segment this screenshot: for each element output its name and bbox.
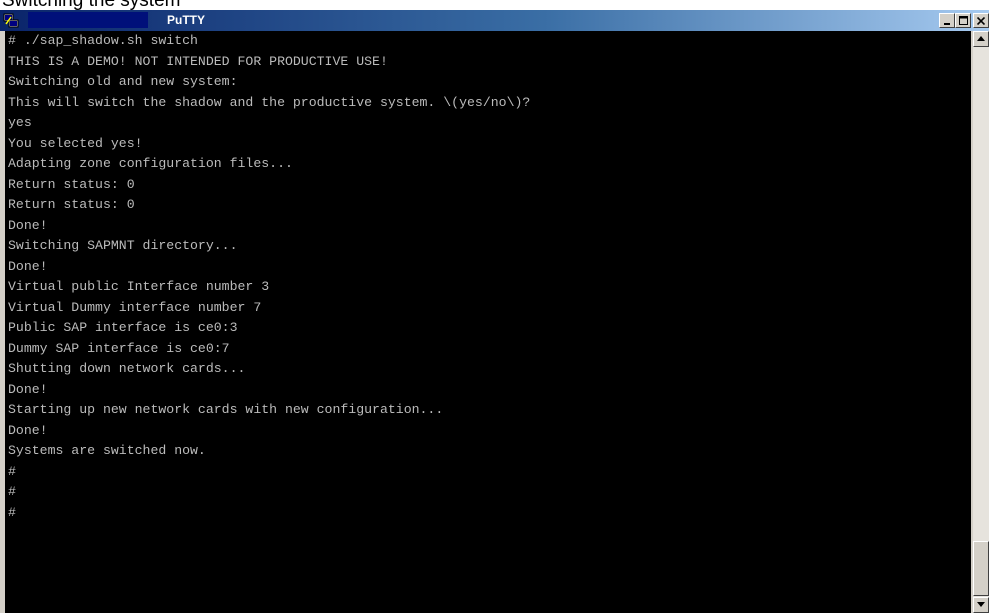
- redacted-host-name: [28, 12, 148, 28]
- minimize-icon: [944, 22, 950, 25]
- terminal-line: Return status: 0: [8, 176, 135, 192]
- terminal-line: Switching SAPMNT directory...: [8, 238, 238, 253]
- scrollbar-thumb[interactable]: [973, 541, 989, 596]
- title-bar[interactable]: PuTTY: [0, 10, 989, 31]
- terminal-line: # ./sap_shadow.sh switch: [8, 33, 198, 48]
- putty-icon[interactable]: [3, 12, 20, 29]
- terminal-line: Public SAP interface is ce0:3: [8, 320, 238, 335]
- terminal-line: This will switch the shadow and the prod…: [8, 94, 531, 110]
- terminal-line: Done!: [8, 381, 48, 397]
- terminal-line: #: [8, 504, 16, 520]
- minimize-button[interactable]: [939, 13, 955, 28]
- putty-window: PuTTY # ./sap_shadow.sh switch THIS IS A…: [0, 10, 989, 613]
- terminal-line: You selected yes!: [8, 135, 143, 151]
- terminal-line: yes: [8, 115, 32, 130]
- terminal-line: Adapting zone configuration files...: [8, 156, 293, 171]
- terminal-line: Dummy SAP interface is ce0:7: [8, 340, 230, 356]
- scroll-up-button[interactable]: [973, 31, 989, 47]
- window-controls: [939, 13, 989, 29]
- window-title: PuTTY: [167, 13, 205, 27]
- close-icon: [977, 16, 985, 25]
- scroll-down-button[interactable]: [973, 597, 989, 613]
- terminal-line: Virtual public Interface number 3: [8, 279, 270, 294]
- terminal-line: #: [8, 484, 16, 499]
- maximize-button[interactable]: [955, 13, 971, 28]
- terminal-line: Done!: [8, 217, 48, 233]
- terminal-output[interactable]: # ./sap_shadow.sh switch THIS IS A DEMO!…: [5, 31, 971, 613]
- terminal-line: Starting up new network cards with new c…: [8, 402, 444, 417]
- terminal-line: THIS IS A DEMO! NOT INTENDED FOR PRODUCT…: [8, 53, 388, 69]
- terminal-line: Return status: 0: [8, 197, 135, 212]
- terminal-line: Shutting down network cards...: [8, 361, 246, 376]
- maximize-icon: [958, 16, 968, 25]
- terminal-lines: # ./sap_shadow.sh switch THIS IS A DEMO!…: [8, 31, 530, 523]
- terminal-line: Systems are switched now.: [8, 443, 206, 458]
- terminal-line: Done!: [8, 422, 48, 438]
- terminal-line: Virtual Dummy interface number 7: [8, 299, 262, 315]
- vertical-scrollbar[interactable]: [973, 31, 989, 613]
- terminal-line: Switching old and new system:: [8, 74, 238, 89]
- close-button[interactable]: [973, 13, 989, 28]
- arrow-up-icon: [977, 36, 985, 41]
- terminal-line: #: [8, 463, 16, 479]
- terminal-line: Done!: [8, 258, 48, 274]
- arrow-down-icon: [977, 602, 985, 607]
